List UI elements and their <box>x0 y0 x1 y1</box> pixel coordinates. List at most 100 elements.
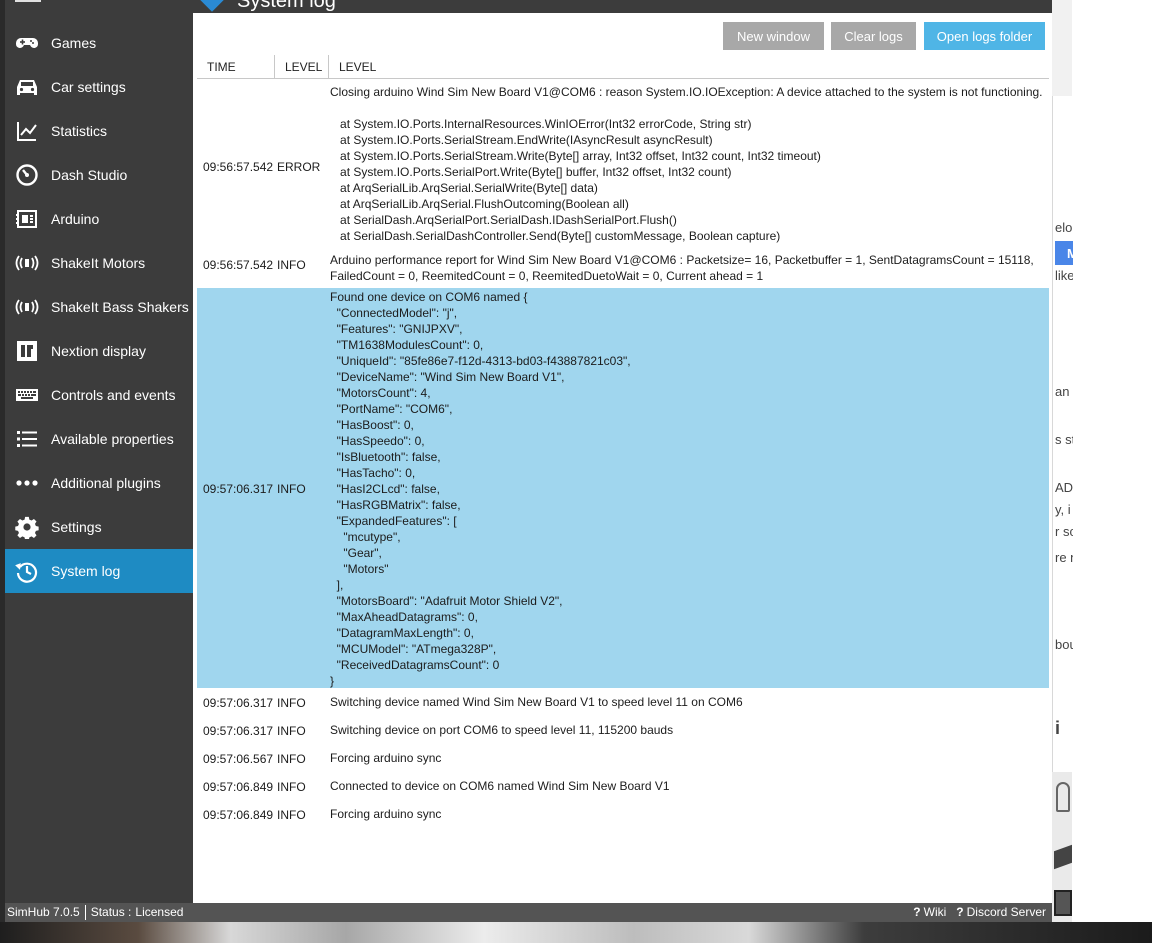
hamburger-menu-icon[interactable] <box>15 0 41 5</box>
log-time: 09:57:06.317 <box>203 482 274 496</box>
wiki-link[interactable]: ? Wiki <box>913 903 946 922</box>
sidebar-item-label: ShakeIt Motors <box>51 255 146 271</box>
chart-line-icon <box>14 118 40 144</box>
page-title: System log <box>237 0 336 12</box>
discord-link-label: Discord Server <box>966 905 1046 919</box>
sidebar-item-shakeit-bass-shakers[interactable]: ShakeIt Bass Shakers <box>5 285 193 329</box>
background-text-fragment: bou <box>1055 637 1073 652</box>
background-text-fragment: an <box>1055 384 1070 399</box>
sidebar-item-label: ShakeIt Bass Shakers <box>51 299 189 315</box>
dots-icon <box>14 470 40 496</box>
background-text-fragment: s st <box>1055 432 1073 447</box>
sidebar-item-label: System log <box>51 563 121 579</box>
vibration-icon <box>14 294 40 320</box>
sidebar-item-games[interactable]: Games <box>5 21 193 65</box>
log-message: Switching device on port COM6 to speed l… <box>330 723 674 737</box>
sidebar-item-dash-studio[interactable]: Dash Studio <box>5 153 193 197</box>
background-window: M elo like an s st AD y, i r sc re n bou… <box>1052 96 1078 772</box>
sidebar-item-label: Games <box>51 35 97 51</box>
column-header-level[interactable]: LEVEL <box>275 55 329 79</box>
sidebar-item-available-properties[interactable]: Available properties <box>5 417 193 461</box>
page-title-icon <box>199 0 225 12</box>
column-header-time[interactable]: TIME <box>197 55 275 79</box>
wiki-link-label: Wiki <box>923 905 947 919</box>
log-level: INFO <box>277 808 306 822</box>
log-level: INFO <box>277 696 306 710</box>
log-message: Connected to device on COM6 named Wind S… <box>330 779 670 793</box>
sidebar-item-nextion-display[interactable]: Nextion display <box>5 329 193 373</box>
log-message: Arduino performance report for Wind Sim … <box>330 253 1034 283</box>
log-time: 09:57:06.567 <box>203 752 274 766</box>
keyboard-icon <box>14 382 40 408</box>
log-time: 09:57:06.849 <box>203 808 274 822</box>
log-row[interactable]: 09:57:06.317 INFO Switching device named… <box>197 688 1049 716</box>
open-logs-folder-button[interactable]: Open logs folder <box>924 22 1045 50</box>
clear-logs-button[interactable]: Clear logs <box>831 22 916 50</box>
desktop-bottom-strip <box>0 922 1152 943</box>
headphones-icon <box>1056 782 1070 812</box>
background-text-fragment: like <box>1055 268 1073 283</box>
arduino-icon <box>14 206 40 232</box>
sidebar-item-label: Available properties <box>51 431 174 447</box>
simhub-window: Games Car settings Statistics Dash Studi… <box>5 0 1052 922</box>
sidebar-item-arduino[interactable]: Arduino <box>5 197 193 241</box>
sidebar-item-label: Statistics <box>51 123 108 139</box>
log-time: 09:56:57.542 <box>203 160 274 174</box>
status-separator <box>84 905 86 920</box>
sidebar-item-label: Dash Studio <box>51 167 128 183</box>
background-text-fragment: re n <box>1055 550 1073 565</box>
background-text-fragment: y, i <box>1055 502 1071 517</box>
help-icon: ? <box>913 905 921 919</box>
vibration-icon <box>14 250 40 276</box>
log-level: INFO <box>277 780 306 794</box>
background-text-fragment: elo <box>1055 220 1073 235</box>
log-message: Found one device on COM6 named { "Connec… <box>330 290 631 688</box>
log-row[interactable]: 09:56:57.542 ERROR Closing arduino Wind … <box>197 80 1049 250</box>
sidebar-item-label: Arduino <box>51 211 100 227</box>
sidebar-item-statistics[interactable]: Statistics <box>5 109 193 153</box>
log-row[interactable]: 09:57:06.567 INFO Forcing arduino sync <box>197 744 1049 772</box>
background-text-fragment: M <box>1067 246 1078 261</box>
list-icon <box>14 426 40 452</box>
nextion-icon <box>14 338 40 364</box>
background-text-fragment: r sc <box>1055 524 1073 539</box>
status-label: Status : <box>90 905 132 919</box>
sidebar-item-car-settings[interactable]: Car settings <box>5 65 193 109</box>
sidebar-item-label: Nextion display <box>51 343 146 359</box>
monitor-icon <box>1054 890 1072 916</box>
log-time: 09:56:57.542 <box>203 258 274 272</box>
log-level: INFO <box>277 752 306 766</box>
sidebar-item-system-log[interactable]: System log <box>5 549 193 593</box>
log-level: INFO <box>277 724 306 738</box>
new-window-button[interactable]: New window <box>723 22 824 50</box>
sidebar-item-label: Car settings <box>51 79 126 95</box>
sidebar-item-settings[interactable]: Settings <box>5 505 193 549</box>
history-icon <box>14 558 40 584</box>
sidebar-item-controls-and-events[interactable]: Controls and events <box>5 373 193 417</box>
help-icon: ? <box>956 905 964 919</box>
gear-icon <box>14 514 40 540</box>
log-time: 09:57:06.317 <box>203 724 274 738</box>
log-row-selected[interactable]: 09:57:06.317 INFO Found one device on CO… <box>197 288 1049 688</box>
sidebar-item-shakeit-motors[interactable]: ShakeIt Motors <box>5 241 193 285</box>
license-status: Licensed <box>135 905 184 919</box>
sidebar-item-label: Settings <box>51 519 102 535</box>
log-row[interactable]: 09:56:57.542 INFO Arduino performance re… <box>197 250 1049 288</box>
log-level: INFO <box>277 482 306 496</box>
log-row[interactable]: 09:57:06.317 INFO Switching device on po… <box>197 716 1049 744</box>
log-row[interactable]: 09:57:06.849 INFO Connected to device on… <box>197 772 1049 800</box>
status-bar: SimHub 7.0.5 Status : Licensed ? Wiki ? Di… <box>5 903 1052 922</box>
sidebar-item-additional-plugins[interactable]: Additional plugins <box>5 461 193 505</box>
log-row[interactable]: 09:57:06.849 INFO Forcing arduino sync <box>197 800 1049 828</box>
page-header: System log <box>193 0 1052 13</box>
discord-link[interactable]: ? Discord Server <box>956 903 1046 922</box>
system-log-panel: New window Clear logs Open logs folder T… <box>193 13 1052 903</box>
background-text-fragment: i <box>1055 718 1061 738</box>
log-message: Forcing arduino sync <box>330 807 442 821</box>
sidebar: Games Car settings Statistics Dash Studi… <box>5 0 193 903</box>
background-text-fragment: AD <box>1055 480 1073 495</box>
column-header-message[interactable]: LEVEL <box>329 55 1049 79</box>
log-level: ERROR <box>277 160 321 174</box>
log-message: Forcing arduino sync <box>330 751 442 765</box>
sidebar-item-label: Controls and events <box>51 387 176 403</box>
